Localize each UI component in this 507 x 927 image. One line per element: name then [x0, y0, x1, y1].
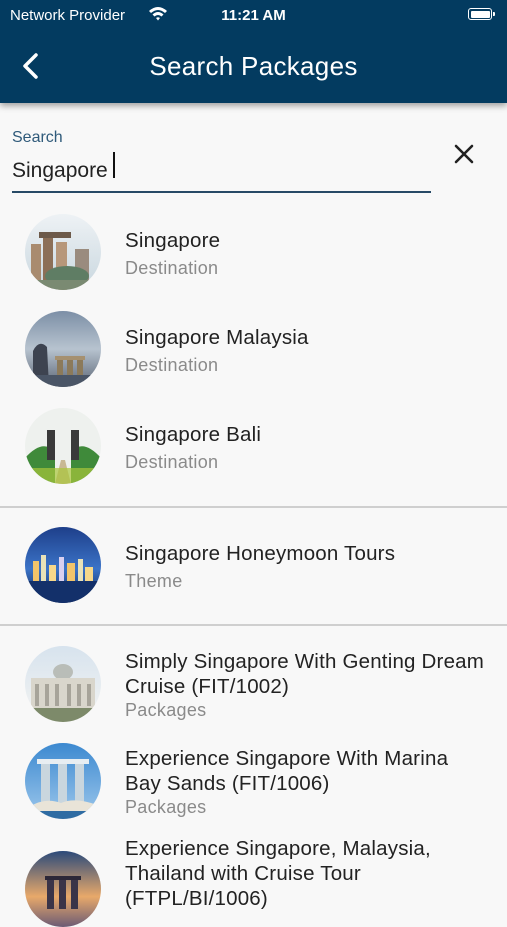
status-bar: Network Provider 11:21 AM	[0, 0, 507, 30]
list-item-destination-singapore-malaysia[interactable]: Singapore Malaysia Destination	[0, 311, 507, 391]
section-divider	[0, 506, 507, 508]
package-thumbnail	[25, 646, 101, 722]
search-label: Search	[12, 129, 63, 146]
search-input[interactable]	[12, 151, 431, 193]
list-item-package[interactable]: Experience Singapore With Marina Bay San…	[0, 743, 507, 823]
item-type: Packages	[125, 700, 207, 720]
page-title: Search Packages	[149, 51, 358, 81]
app-header: Network Provider 11:21 AM Search Package…	[0, 0, 507, 103]
item-type: Destination	[125, 258, 219, 278]
list-item-package[interactable]: Simply Singapore With Genting Dream Crui…	[0, 646, 507, 726]
item-title: Simply Singapore With Genting Dream Crui…	[125, 650, 485, 698]
item-title: Singapore	[125, 229, 221, 252]
battery-icon	[468, 8, 495, 20]
package-thumbnail	[25, 851, 101, 927]
list-item-destination-singapore[interactable]: Singapore Destination	[0, 214, 507, 294]
text-cursor	[113, 152, 115, 178]
destination-thumbnail	[25, 311, 101, 387]
destination-thumbnail	[25, 214, 101, 290]
package-thumbnail	[25, 743, 101, 819]
item-type: Packages	[125, 797, 207, 817]
item-title: Singapore Bali	[125, 423, 262, 446]
item-type: Theme	[125, 571, 183, 591]
item-title: Singapore Honeymoon Tours	[125, 542, 396, 565]
clear-search-icon[interactable]	[450, 140, 478, 168]
list-item-destination-singapore-bali[interactable]: Singapore Bali Destination	[0, 408, 507, 488]
item-type: Destination	[125, 452, 219, 472]
item-title: Singapore Malaysia	[125, 326, 309, 349]
list-item-package[interactable]: Experience Singapore, Malaysia, Thailand…	[0, 835, 507, 927]
section-divider	[0, 624, 507, 626]
item-title: Experience Singapore With Marina Bay San…	[125, 747, 449, 795]
item-type: Destination	[125, 355, 219, 375]
list-item-theme-honeymoon[interactable]: Singapore Honeymoon Tours Theme	[0, 527, 507, 607]
status-time: 11:21 AM	[221, 7, 286, 24]
theme-thumbnail	[25, 527, 101, 603]
destination-thumbnail	[25, 408, 101, 484]
